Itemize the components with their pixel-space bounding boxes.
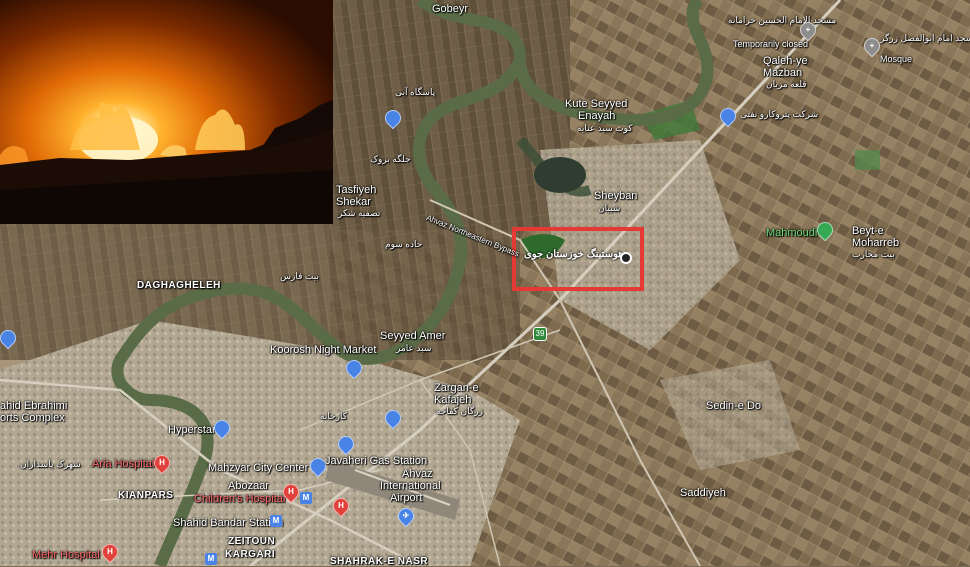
- poi-airport-3[interactable]: Airport: [390, 492, 422, 504]
- place-kute[interactable]: Kute Seyyed: [565, 98, 627, 110]
- inset-fire-photo: [0, 0, 333, 224]
- place-fa-label-3: جاده سوم: [385, 239, 423, 249]
- place-shekar[interactable]: Shekar: [336, 196, 371, 208]
- highlight-location-marker[interactable]: [620, 252, 632, 264]
- place-temporarily-closed: Temporarily closed: [733, 39, 809, 49]
- place-seyyed-amer[interactable]: Seyyed Amer: [380, 330, 445, 342]
- place-temporarily-closed-ar: مسجد الامام الحسين خرامانه: [728, 15, 837, 25]
- poi-childrens-hospital[interactable]: Children's Hospital: [194, 493, 285, 505]
- place-kute-ar: كوت سيد عنايه: [577, 123, 633, 133]
- place-sheyban[interactable]: Sheyban: [594, 190, 637, 202]
- place-mazban-ar: قلعه مزبان: [766, 79, 807, 89]
- metro-icon-2[interactable]: M: [270, 515, 282, 527]
- highlight-label: هوستینگ خوزستان جوی: [524, 249, 624, 260]
- place-mosque: Mosque: [880, 54, 913, 64]
- poi-airport-1[interactable]: Ahvaz: [402, 468, 433, 480]
- place-seyyed-amer-ar: سید عامر: [396, 343, 432, 353]
- place-tasfiyeh[interactable]: Tasfiyeh: [336, 184, 376, 196]
- poi-mehr-hospital[interactable]: Mehr Hospital: [32, 549, 100, 561]
- place-abozaar[interactable]: Abozaar: [228, 480, 269, 492]
- place-beyt-ar: بیت محارب: [852, 249, 895, 259]
- place-sedin[interactable]: Sedin-e Do: [706, 400, 761, 412]
- place-gobeyr[interactable]: Gobeyr: [432, 3, 468, 15]
- place-saddiyeh[interactable]: Saddiyeh: [680, 487, 726, 499]
- place-fa-label-2: جلگه بروک: [370, 154, 411, 164]
- place-zargan-ar: زرگان کفاجه: [436, 406, 483, 416]
- place-qaleh[interactable]: Qaleh-ye: [763, 55, 808, 67]
- place-fa-label-5: بیت فارس: [280, 271, 319, 281]
- poi-shahid-bandar-station[interactable]: Shahid Bandar Station: [173, 517, 283, 529]
- poi-ebrahimi-2[interactable]: orts Complex: [0, 412, 65, 424]
- poi-airport-2[interactable]: International: [380, 480, 441, 492]
- poi-javaheri-gas[interactable]: Javaheri Gas Station: [325, 455, 427, 467]
- place-daghagheleh[interactable]: DAGHAGHELEH: [137, 280, 221, 291]
- place-enayah[interactable]: Enayah: [578, 110, 615, 122]
- fire-photo-graphic: [0, 0, 333, 224]
- highway-shield: 39: [533, 327, 547, 341]
- place-fa-label-7: شهرک پاسداران: [20, 459, 81, 469]
- place-tasfiyeh-ar: تصفیه شکر: [338, 208, 381, 218]
- place-beyt-1[interactable]: Beyt-e: [852, 225, 884, 237]
- place-kianpars[interactable]: KIANPARS: [118, 490, 173, 501]
- place-mazban[interactable]: Mazban: [763, 67, 802, 79]
- place-fa-label-4: شرکت پتروکارو نفتی: [740, 109, 819, 119]
- place-beyt-2[interactable]: Moharreb: [852, 237, 899, 249]
- place-fa-label-6: کارخانه: [320, 411, 348, 421]
- place-zeitoun-1[interactable]: ZEITOUN: [228, 536, 275, 547]
- place-sheyban-ar: شیبان: [598, 203, 621, 213]
- poi-mahzyar-city-center[interactable]: Mahzyar City Center: [208, 462, 308, 474]
- place-fa-label-1: پاسگاه آبی: [395, 87, 436, 97]
- metro-icon-3[interactable]: M: [205, 553, 217, 565]
- metro-icon[interactable]: M: [300, 492, 312, 504]
- poi-ebrahimi-1[interactable]: ahid Ebrahimi: [0, 400, 67, 412]
- poi-hyperstar[interactable]: Hyperstar: [168, 424, 216, 436]
- place-zeitoun-2[interactable]: KARGARI: [225, 549, 275, 560]
- poi-aria-hospital[interactable]: Aria Hospital: [92, 458, 154, 470]
- place-zargan-2[interactable]: Kafajeh: [434, 394, 471, 406]
- place-mosque-ar: مسجد امام ابوالفضل زرگر: [880, 33, 970, 43]
- place-mahmoudi[interactable]: Mahmoudi: [766, 227, 817, 239]
- place-zargan-1[interactable]: Zargan-e: [434, 382, 479, 394]
- place-shahrak-nasr[interactable]: SHAHRAK-E NASR: [330, 556, 428, 567]
- poi-koorosh-night-market[interactable]: Koorosh Night Market: [270, 344, 376, 356]
